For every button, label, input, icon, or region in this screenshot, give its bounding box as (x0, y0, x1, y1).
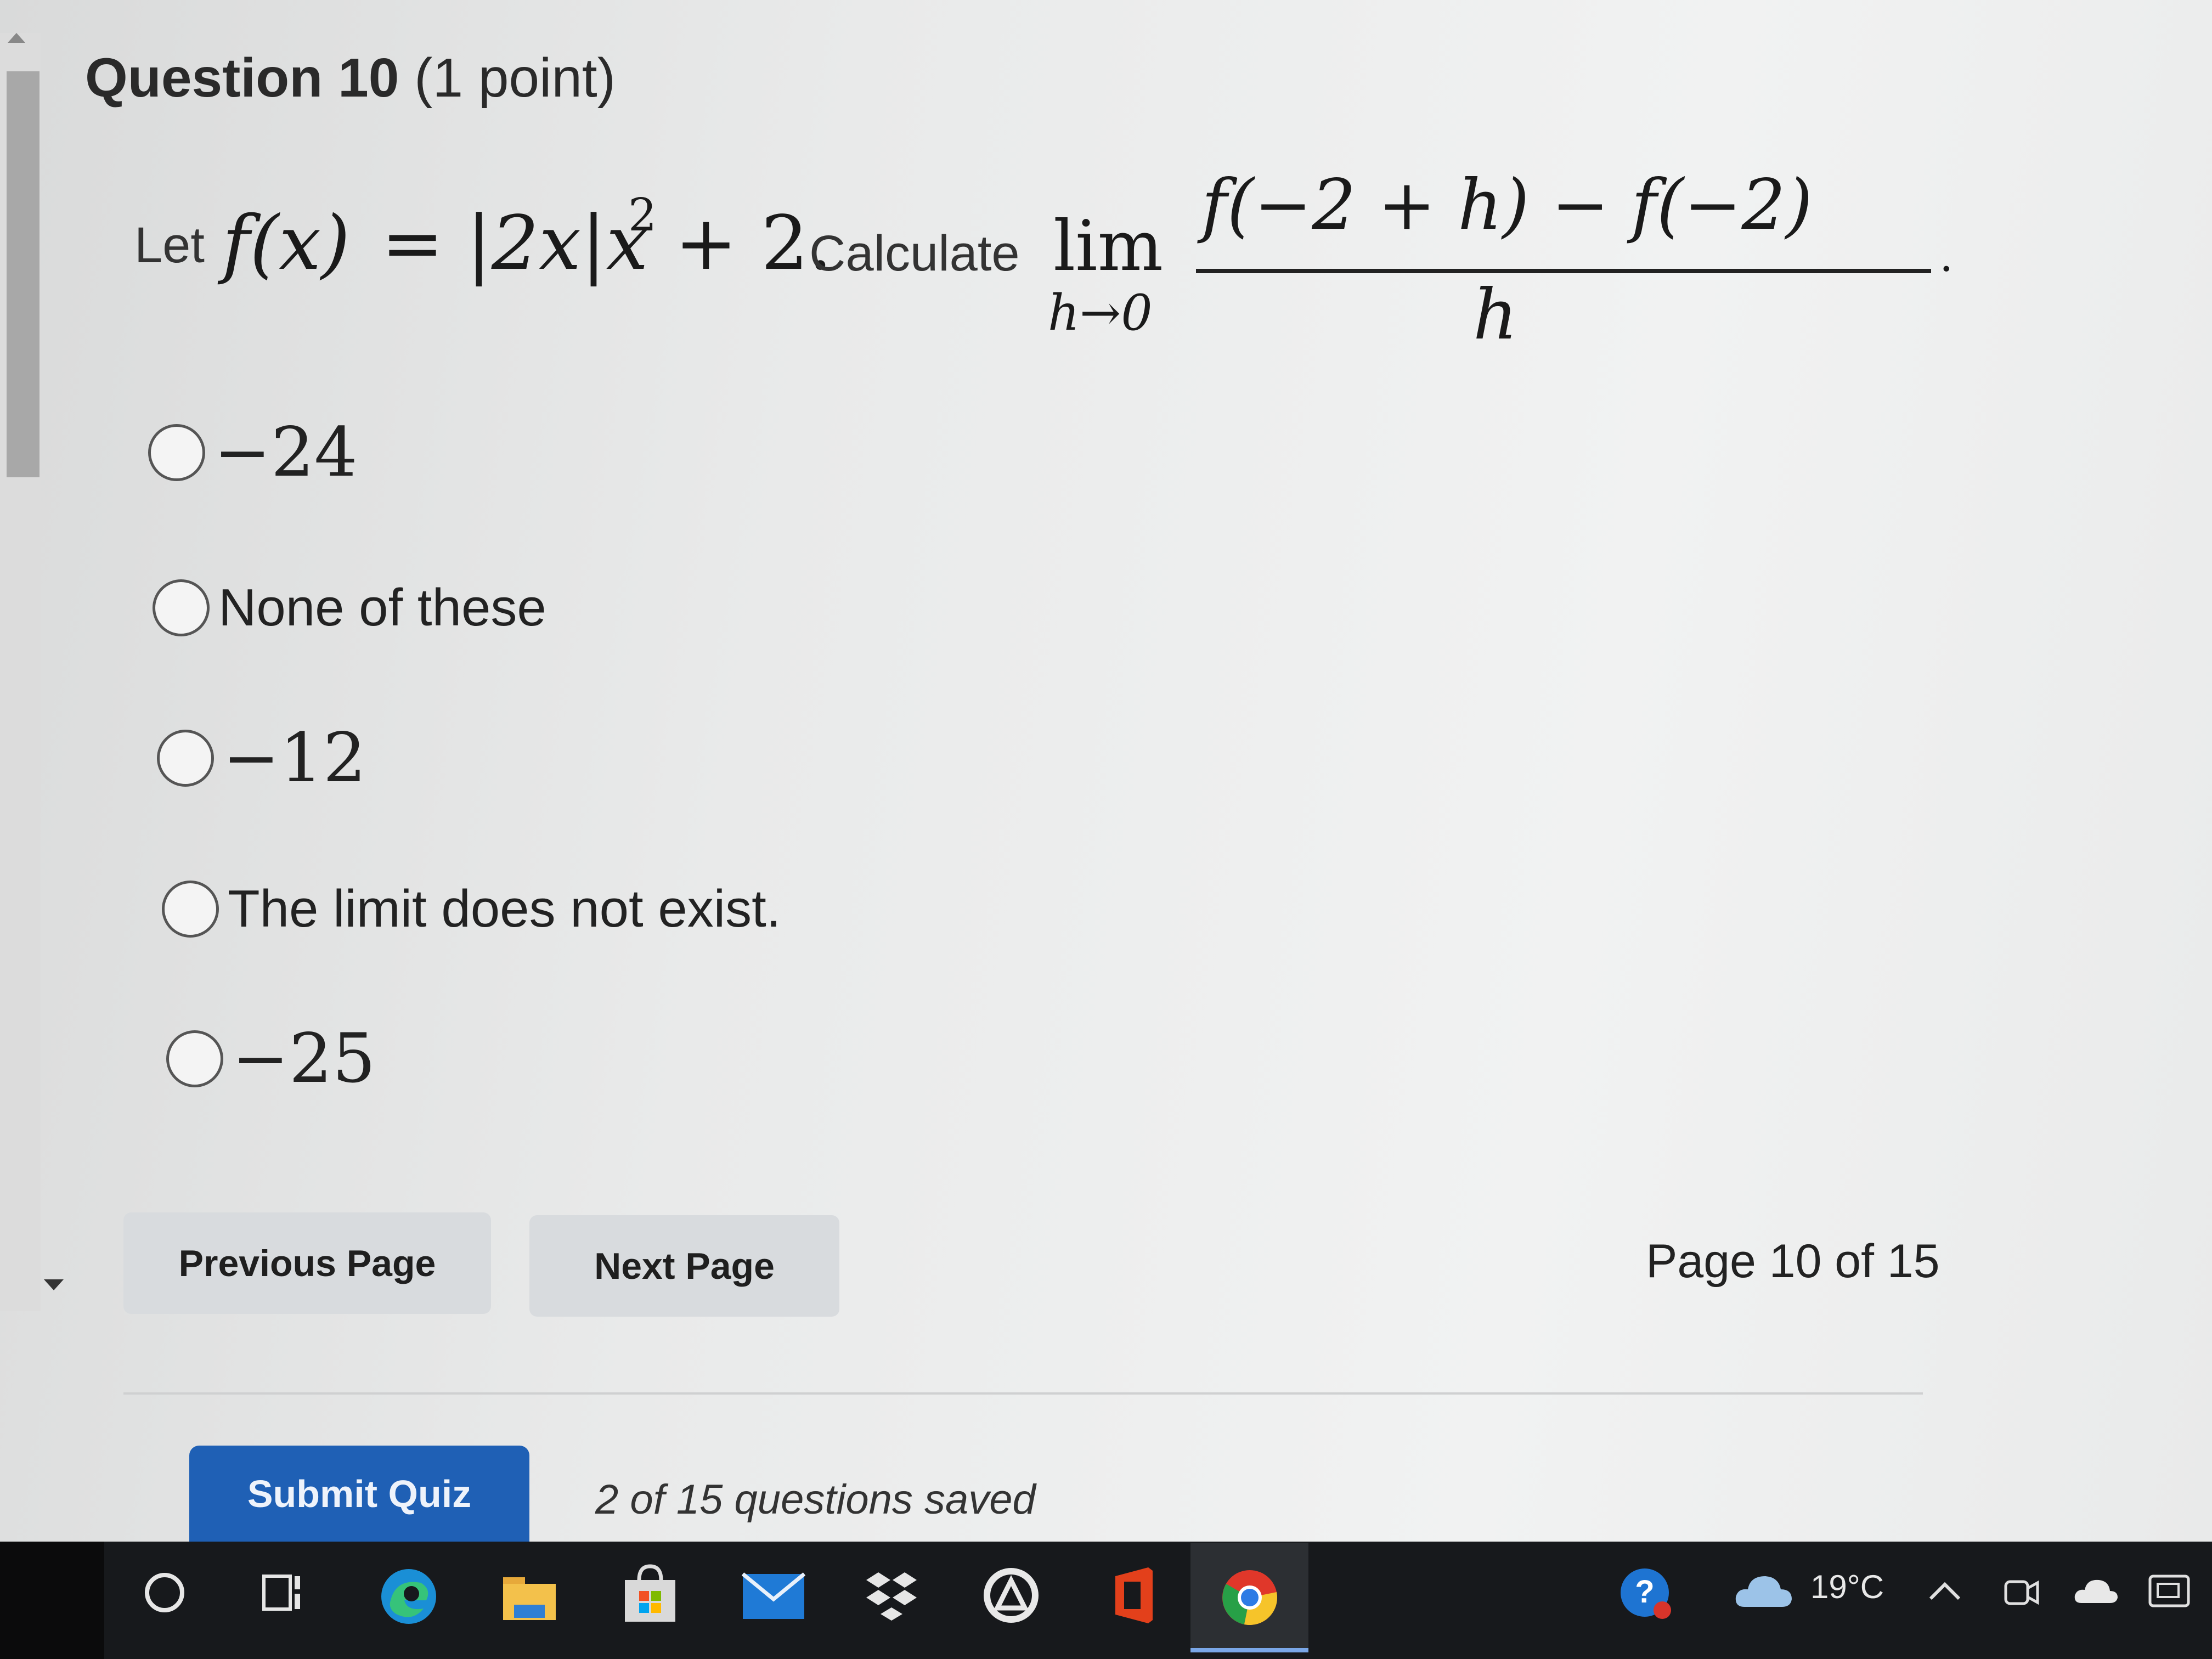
option-label: −25 (232, 1019, 376, 1098)
radio-button[interactable] (148, 424, 205, 481)
radio-button[interactable] (157, 730, 214, 787)
temperature[interactable]: 19°C (1810, 1568, 1884, 1606)
previous-page-button[interactable]: Previous Page (123, 1212, 491, 1314)
screen-bezel (0, 1542, 104, 1659)
question-prompt: Let f(x) = |2x|x 2 + 2. Calculate lim h→… (134, 165, 1953, 362)
store-icon[interactable] (620, 1561, 680, 1627)
chevron-up-icon[interactable] (1923, 1569, 1967, 1613)
answer-option[interactable]: −12 (157, 719, 366, 798)
prompt-expression: |2x|x (466, 200, 648, 287)
question-points: (1 point) (414, 47, 616, 109)
prompt-calculate-word: Calculate (809, 225, 1020, 281)
office-icon[interactable] (1103, 1564, 1163, 1627)
prompt-let-word: Let (134, 217, 205, 273)
edge-icon[interactable] (379, 1566, 439, 1627)
prompt-plus-two: + 2. (675, 200, 832, 287)
answer-option[interactable]: None of these (153, 569, 546, 646)
file-explorer-icon[interactable] (499, 1566, 560, 1627)
cloud-weather-icon (1731, 1566, 1797, 1616)
mail-icon[interactable] (741, 1566, 806, 1627)
page-indicator: Page 10 of 15 (1646, 1235, 1940, 1288)
saved-status: 2 of 15 questions saved (595, 1476, 1036, 1523)
scroll-thumb[interactable] (7, 71, 40, 477)
keyboard-icon[interactable] (2142, 1564, 2197, 1618)
onedrive-icon[interactable] (2068, 1566, 2123, 1616)
fraction-denominator: h (1473, 274, 1518, 355)
option-label: The limit does not exist. (228, 879, 781, 938)
prompt-function-name: f(x) (222, 200, 351, 287)
answer-option[interactable]: −24 (148, 413, 358, 492)
prompt-period: . (1939, 230, 1954, 281)
section-divider (123, 1392, 1923, 1395)
dropbox-icon[interactable] (861, 1566, 922, 1627)
scroll-up-arrow-icon[interactable] (8, 33, 25, 43)
prompt-equals: = (381, 200, 444, 287)
radio-button[interactable] (166, 1030, 223, 1087)
fraction-bar (1196, 269, 1931, 273)
submit-quiz-button[interactable]: Submit Quiz (189, 1446, 529, 1542)
prompt-exponent: 2 (628, 189, 657, 241)
start-icon[interactable] (140, 1568, 189, 1617)
scroll-down-arrow-icon[interactable] (44, 1279, 64, 1290)
fraction-numerator: f(−2 + h) − f(−2) (1201, 165, 1813, 245)
limit-operator: lim (1053, 206, 1164, 286)
radio-button[interactable] (162, 881, 219, 938)
limit-subscript: h→0 (1048, 284, 1153, 342)
radio-button[interactable] (153, 579, 210, 636)
chrome-icon[interactable] (1190, 1543, 1308, 1652)
question-title: Question 10 (1 point) (85, 47, 616, 110)
question-number: Question 10 (85, 47, 399, 109)
next-page-button[interactable]: Next Page (529, 1215, 839, 1317)
answer-option[interactable]: The limit does not exist. (162, 871, 781, 947)
option-label: None of these (218, 578, 546, 637)
option-label: −24 (214, 413, 358, 492)
option-label: −12 (223, 719, 366, 798)
task-view-icon[interactable] (258, 1568, 307, 1617)
app-icon[interactable] (979, 1564, 1042, 1627)
svg-text:?: ? (1635, 1574, 1654, 1610)
scrollbar[interactable] (0, 33, 41, 1311)
answer-option[interactable]: −25 (166, 1019, 376, 1098)
browser-viewport: Question 10 (1 point) Let f(x) = |2x|x 2… (0, 0, 2212, 1542)
help-icon[interactable]: ? (1616, 1564, 1676, 1624)
meet-now-icon[interactable] (1997, 1566, 2046, 1616)
